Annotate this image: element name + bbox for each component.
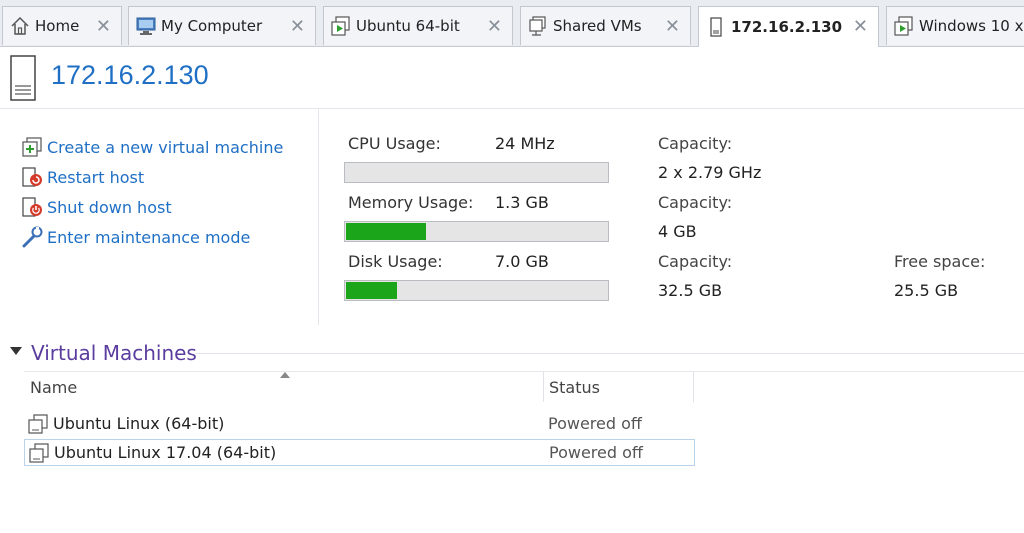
vm-name: Ubuntu Linux (64-bit)	[53, 414, 225, 433]
memory-capacity-label: Capacity:	[658, 193, 733, 212]
server-icon	[10, 55, 36, 101]
shutdown-host-action[interactable]: Shut down host	[20, 196, 172, 218]
home-icon	[11, 16, 29, 35]
cpu-usage-bar	[344, 162, 609, 183]
section-title: Virtual Machines	[31, 341, 197, 365]
close-icon[interactable]: ✕	[665, 16, 680, 37]
section-divider	[196, 353, 1024, 354]
wrench-icon	[22, 226, 43, 248]
restart-host-action[interactable]: Restart host	[20, 166, 144, 188]
tab-home[interactable]: Home ✕	[2, 6, 122, 45]
action-label: Create a new virtual machine	[47, 137, 284, 157]
maintenance-mode-action[interactable]: Enter maintenance mode	[20, 226, 250, 248]
disk-capacity-value: 32.5 GB	[658, 281, 723, 300]
disk-free-label: Free space:	[894, 252, 986, 271]
action-label: Restart host	[47, 167, 145, 187]
cpu-usage-label: CPU Usage:	[348, 134, 441, 153]
cpu-capacity-value: 2 x 2.79 GHz	[658, 163, 762, 182]
memory-usage-label: Memory Usage:	[348, 193, 474, 212]
new-vm-icon	[22, 137, 42, 157]
column-header-name[interactable]: Name	[30, 378, 77, 397]
tab-strip: Home ✕ My Computer ✕ Ubuntu 64-bit ✕ Sha…	[0, 0, 1024, 47]
tab-ubuntu-64-bit[interactable]: Ubuntu 64-bit ✕	[323, 6, 513, 45]
tab-my-computer[interactable]: My Computer ✕	[128, 6, 316, 45]
column-header-status[interactable]: Status	[549, 378, 600, 397]
memory-usage-bar	[344, 221, 609, 242]
vm-icon	[331, 16, 350, 36]
tab-host-172-16-2-130[interactable]: 172.16.2.130 ✕	[698, 6, 879, 47]
tab-label: Ubuntu 64-bit	[356, 17, 460, 35]
sort-ascending-icon	[280, 372, 290, 378]
tab-windows-10[interactable]: Windows 10 x6	[886, 6, 1024, 45]
close-icon[interactable]: ✕	[290, 16, 305, 37]
tab-label: 172.16.2.130	[731, 18, 843, 36]
vm-name: Ubuntu Linux 17.04 (64-bit)	[54, 443, 277, 462]
memory-capacity-value: 4 GB	[658, 222, 697, 241]
action-label: Shut down host	[47, 197, 172, 217]
create-vm-action[interactable]: Create a new virtual machine	[20, 136, 283, 158]
tab-shared-vms[interactable]: Shared VMs ✕	[520, 6, 691, 45]
vm-icon	[28, 414, 48, 434]
tab-label: Shared VMs	[553, 17, 642, 35]
close-icon[interactable]: ✕	[487, 16, 502, 37]
header-divider	[0, 108, 1024, 109]
column-divider[interactable]	[543, 372, 544, 402]
shutdown-host-icon	[22, 197, 42, 217]
vm-icon	[29, 443, 49, 463]
vm-status: Powered off	[549, 443, 643, 462]
disk-usage-label: Disk Usage:	[348, 252, 443, 271]
table-row[interactable]: Ubuntu Linux (64-bit) Powered off	[24, 411, 695, 438]
vm-icon	[894, 16, 913, 36]
column-divider[interactable]	[693, 372, 694, 402]
panel-divider	[318, 109, 319, 325]
action-label: Enter maintenance mode	[47, 227, 251, 247]
memory-usage-value: 1.3 GB	[495, 193, 549, 212]
cpu-capacity-label: Capacity:	[658, 134, 733, 153]
restart-host-icon	[22, 167, 42, 187]
tab-label: Windows 10 x6	[919, 17, 1024, 35]
memory-usage-fill	[346, 223, 426, 240]
disk-usage-bar	[344, 280, 609, 301]
tab-label: My Computer	[161, 17, 263, 35]
cpu-usage-value: 24 MHz	[495, 134, 555, 153]
table-header: Name Status	[24, 371, 1024, 403]
close-icon[interactable]: ✕	[853, 16, 868, 37]
vm-status: Powered off	[548, 414, 642, 433]
table-row-selected[interactable]: Ubuntu Linux 17.04 (64-bit) Powered off	[24, 439, 695, 466]
disk-usage-value: 7.0 GB	[495, 252, 549, 271]
disk-capacity-label: Capacity:	[658, 252, 733, 271]
tab-label: Home	[35, 17, 80, 35]
server-icon	[710, 17, 722, 37]
collapse-toggle-icon[interactable]	[10, 347, 22, 355]
computer-icon	[136, 17, 156, 35]
page-title: 172.16.2.130	[51, 60, 209, 90]
disk-usage-fill	[346, 282, 397, 299]
shared-vms-icon	[529, 16, 546, 36]
disk-free-value: 25.5 GB	[894, 281, 959, 300]
close-icon[interactable]: ✕	[96, 16, 111, 37]
